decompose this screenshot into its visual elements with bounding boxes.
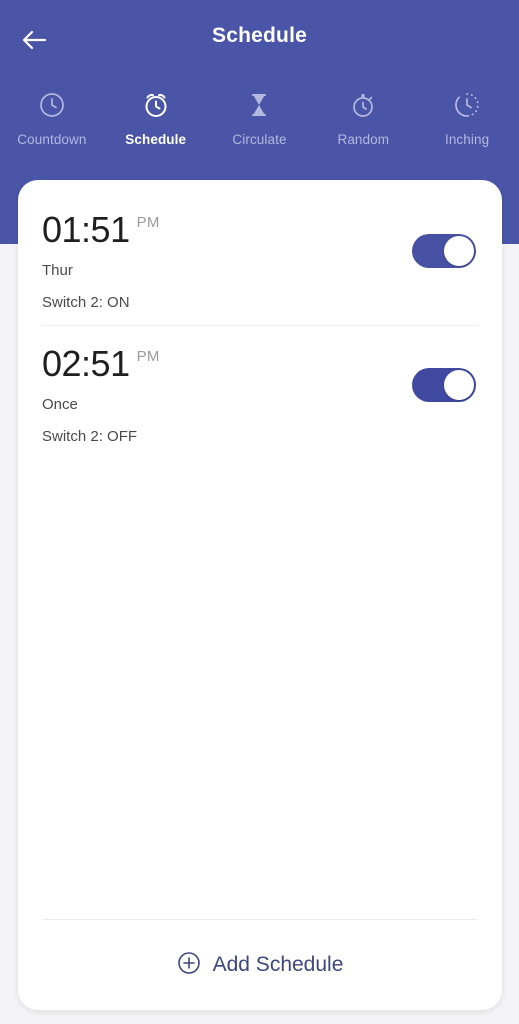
schedule-action: Switch 2: ON [42,294,130,311]
schedule-meridiem: PM [136,348,160,365]
schedule-time: 01:51 [42,209,130,250]
clock-icon [38,88,66,122]
tab-countdown[interactable]: Countdown [0,88,104,147]
tab-inching[interactable]: Inching [415,88,519,147]
schedule-time: 02:51 [42,343,130,384]
tab-circulate-label: Circulate [232,132,287,147]
schedule-repeat: Once [42,396,78,413]
add-schedule-label: Add Schedule [212,953,344,976]
schedule-repeat: Thur [42,262,73,279]
schedule-enable-toggle[interactable] [412,234,476,268]
timer-dotted-icon [453,88,481,122]
stopwatch-icon [349,88,377,122]
tab-countdown-label: Countdown [17,132,87,147]
toggle-knob [444,236,474,266]
schedule-details: 01:51 PM Thur Switch 2: ON [42,210,160,312]
tab-inching-label: Inching [444,132,490,147]
page-title: Schedule [212,24,307,47]
schedule-list: 01:51 PM Thur Switch 2: ON 02:51 PM Once… [18,180,502,459]
schedule-screen: Schedule Countdown Schedule Circulate Ra… [0,0,519,1024]
schedule-list-item[interactable]: 02:51 PM Once Switch 2: OFF [18,326,502,459]
tab-circulate[interactable]: Circulate [208,88,312,147]
hourglass-icon [245,88,273,122]
add-schedule-button[interactable]: Add Schedule [18,920,502,1010]
card-footer: Add Schedule [18,919,502,1010]
tab-random[interactable]: Random [311,88,415,147]
toggle-knob [444,370,474,400]
schedule-enable-toggle[interactable] [412,368,476,402]
schedule-time-row: 02:51 PM [42,346,160,382]
tab-schedule[interactable]: Schedule [104,88,208,147]
schedule-time-row: 01:51 PM [42,212,160,248]
schedule-list-item[interactable]: 01:51 PM Thur Switch 2: ON [18,192,502,325]
schedule-action: Switch 2: OFF [42,428,138,445]
schedule-details: 02:51 PM Once Switch 2: OFF [42,344,160,446]
app-bar: Schedule [0,0,519,78]
tab-random-label: Random [337,132,390,147]
schedule-meridiem: PM [136,214,160,231]
plus-circle-icon [177,951,201,980]
schedule-card: 01:51 PM Thur Switch 2: ON 02:51 PM Once… [18,180,502,1010]
alarm-clock-icon [142,88,170,122]
tab-schedule-label: Schedule [125,132,187,147]
mode-tabs: Countdown Schedule Circulate Random Inch… [0,88,519,147]
